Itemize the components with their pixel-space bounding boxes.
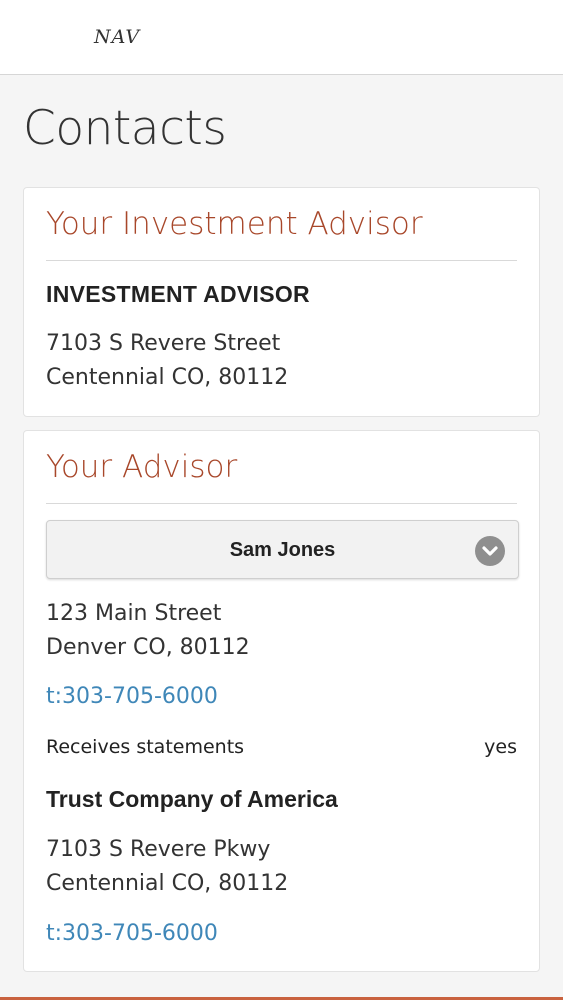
- top-nav-bar: NAV: [0, 0, 563, 75]
- investment-advisor-card: Your Investment Advisor INVESTMENT ADVIS…: [23, 187, 540, 417]
- custodian-phone-link[interactable]: t:303-705-6000: [46, 921, 218, 946]
- investment-advisor-address-line2: Centennial CO, 80112: [46, 365, 289, 390]
- advisor-phone-link[interactable]: t:303-705-6000: [46, 684, 218, 709]
- receives-statements-value: yes: [484, 736, 517, 758]
- investment-advisor-heading: Your Investment Advisor: [46, 188, 517, 261]
- chevron-down-icon: [475, 536, 505, 566]
- custodian-address-line1: 7103 S Revere Pkwy: [46, 837, 271, 862]
- nav-logo[interactable]: NAV: [94, 26, 140, 48]
- investment-advisor-address-line1: 7103 S Revere Street: [46, 331, 281, 356]
- advisor-card: Your Advisor Sam Jones 123 Main Street D…: [23, 430, 540, 972]
- advisor-heading: Your Advisor: [46, 431, 517, 504]
- receives-statements-label: Receives statements: [46, 736, 245, 758]
- custodian-name: Trust Company of America: [46, 786, 338, 812]
- advisor-address-line1: 123 Main Street: [46, 601, 222, 626]
- investment-advisor-firm-name: INVESTMENT ADVISOR: [46, 281, 310, 307]
- advisor-address-line2: Denver CO, 80112: [46, 635, 250, 660]
- page-title: Contacts: [23, 101, 227, 156]
- custodian-address-line2: Centennial CO, 80112: [46, 871, 289, 896]
- advisor-select[interactable]: Sam Jones: [46, 520, 519, 579]
- advisor-select-value: Sam Jones: [229, 539, 336, 561]
